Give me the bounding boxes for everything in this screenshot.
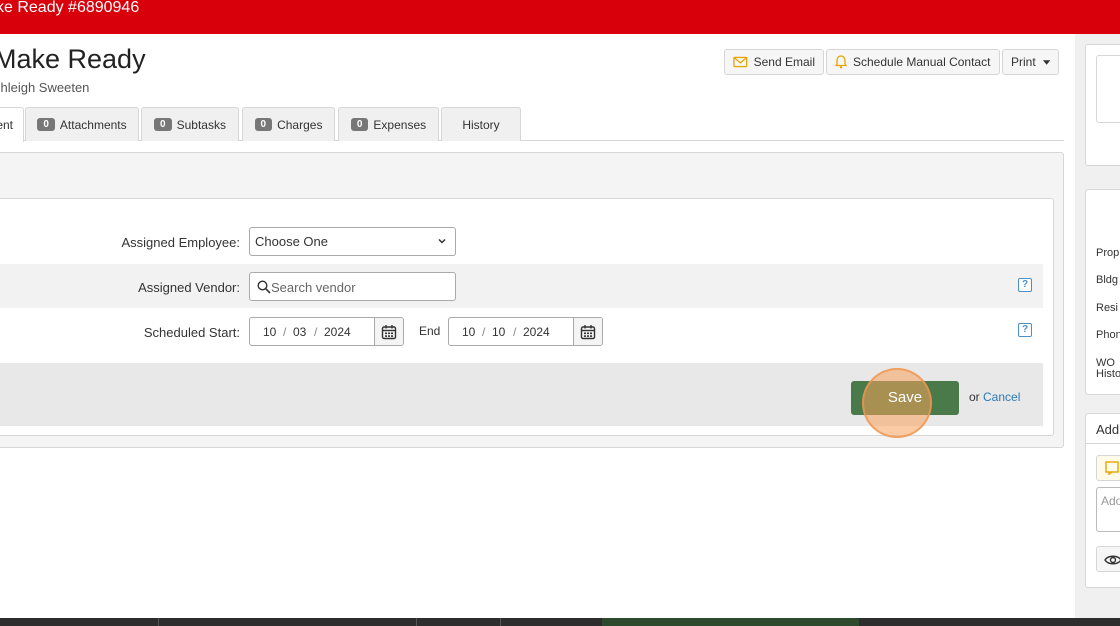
tab-expenses[interactable]: 0 Expenses — [338, 107, 439, 141]
cancel-link[interactable]: Cancel — [983, 390, 1020, 404]
start-month[interactable]: 10 — [263, 325, 276, 339]
assigned-employee-label: Assigned Employee: — [121, 235, 240, 250]
count-badge: 0 — [254, 118, 273, 131]
end-date-label: End — [419, 324, 441, 338]
date-separator: / — [513, 325, 517, 339]
phone-label: Phon — [1096, 329, 1120, 341]
page-subtitle: shleigh Sweeten — [0, 80, 90, 95]
note-textarea[interactable]: Ado — [1096, 487, 1120, 532]
eye-icon — [1104, 555, 1120, 565]
add-note-title: Add — [1096, 422, 1120, 437]
resident-label: Resi — [1096, 302, 1119, 314]
tab-label: Attachments — [59, 117, 127, 132]
print-label: Print — [1011, 55, 1036, 69]
count-badge: 0 — [154, 118, 172, 131]
print-dropdown-button[interactable]: Print — [1002, 49, 1059, 75]
or-text: or — [969, 390, 980, 404]
bell-icon — [835, 55, 847, 69]
assigned-employee-select[interactable]: Choose One — [249, 227, 456, 256]
tab-charges[interactable]: 0 Charges — [242, 107, 335, 141]
bottom-bar — [0, 618, 1120, 626]
save-button-label[interactable]: Save — [851, 389, 959, 406]
vendor-help-icon[interactable]: ? — [1018, 278, 1032, 292]
envelope-icon — [733, 56, 748, 68]
building-label: Bldg — [1096, 274, 1119, 286]
tab-attachments[interactable]: 0 Attachments — [25, 107, 139, 141]
end-year[interactable]: 2024 — [523, 325, 550, 339]
tab-details[interactable]: ent — [0, 107, 24, 142]
tab-label: Subtasks — [176, 117, 226, 132]
search-icon — [257, 280, 271, 294]
assigned-employee-value: Choose One — [255, 234, 328, 249]
calendar-icon — [580, 324, 596, 339]
end-month[interactable]: 10 — [462, 325, 475, 339]
count-badge: 0 — [350, 118, 369, 131]
page-title: Make Ready — [0, 44, 146, 74]
start-date-field[interactable]: 10 / 03 / 2024 — [249, 317, 404, 346]
send-email-button[interactable]: Send Email — [724, 49, 824, 75]
tab-label: Expenses — [373, 117, 427, 132]
history-label: Histo — [1096, 368, 1120, 380]
date-separator: / — [314, 325, 318, 339]
schedule-manual-contact-button[interactable]: Schedule Manual Contact — [826, 49, 1000, 75]
top-bar: ke Ready #6890946 — [0, 0, 1120, 34]
chevron-down-icon — [438, 238, 446, 244]
sidebar-card — [1085, 44, 1120, 166]
tab-subtasks[interactable]: 0 Subtasks — [141, 107, 239, 141]
end-calendar-button[interactable] — [573, 318, 602, 345]
date-separator: / — [482, 325, 486, 339]
property-label: Prop — [1096, 247, 1120, 259]
send-email-label: Send Email — [753, 55, 815, 69]
scheduled-start-label: Scheduled Start: — [143, 325, 240, 340]
vendor-search-field[interactable] — [249, 272, 456, 301]
assigned-vendor-label: Assigned Vendor: — [138, 280, 240, 295]
start-day[interactable]: 03 — [293, 325, 306, 339]
schedule-help-icon[interactable]: ? — [1018, 323, 1032, 337]
note-type-button[interactable] — [1096, 455, 1120, 481]
tab-history[interactable]: History — [441, 107, 521, 141]
end-day[interactable]: 10 — [492, 325, 505, 339]
tab-label: History — [462, 117, 500, 132]
note-icon — [1105, 461, 1119, 475]
tab-label: Charges — [277, 117, 323, 132]
vendor-search-input[interactable] — [271, 278, 451, 296]
date-separator: / — [283, 325, 287, 339]
calendar-icon — [381, 324, 397, 339]
count-badge: 0 — [37, 118, 55, 131]
start-calendar-button[interactable] — [374, 318, 403, 345]
preview-button[interactable] — [1096, 546, 1120, 572]
tab-label: ent — [0, 118, 13, 132]
start-year[interactable]: 2024 — [324, 325, 351, 339]
note-placeholder: Ado — [1101, 494, 1120, 508]
work-order-title: ke Ready #6890946 — [0, 0, 140, 16]
caret-down-icon — [1042, 59, 1050, 65]
schedule-contact-label: Schedule Manual Contact — [853, 55, 991, 69]
end-date-field[interactable]: 10 / 10 / 2024 — [448, 317, 603, 346]
